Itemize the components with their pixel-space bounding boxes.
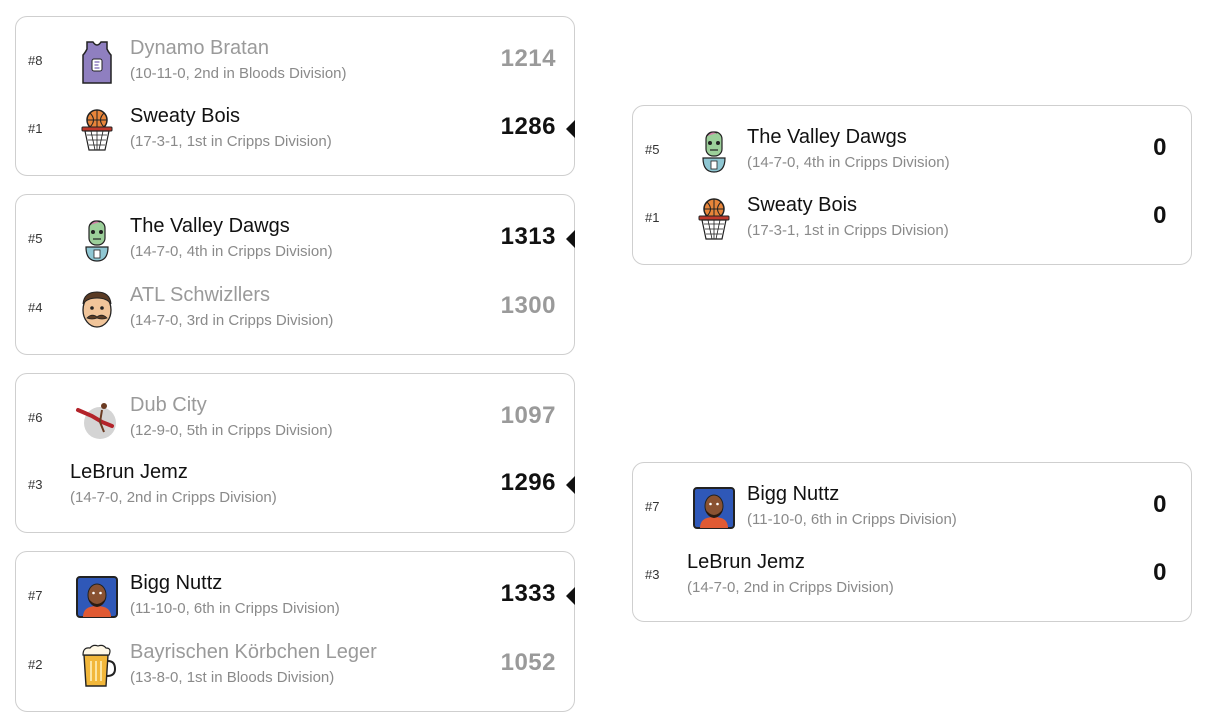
matchup-r1-2[interactable]: #5 The Valley Dawgs (14-7-0, 4th in Crip… xyxy=(15,194,575,355)
player-portrait-icon xyxy=(691,485,737,531)
seed: #2 xyxy=(28,657,43,672)
team-score: 1052 xyxy=(500,649,556,676)
team-score: 0 xyxy=(1153,559,1167,586)
team-score: 1300 xyxy=(500,292,556,319)
seed: #3 xyxy=(28,477,43,492)
team-record: (12-9-0, 5th in Cripps Division) xyxy=(130,422,333,439)
team-row[interactable]: #3 LeBrun Jemz (14-7-0, 2nd in Cripps Di… xyxy=(16,455,575,515)
seed: #8 xyxy=(28,53,43,68)
seed: #5 xyxy=(28,231,43,246)
team-record: (11-10-0, 6th in Cripps Division) xyxy=(747,511,957,528)
matchup-r1-1[interactable]: #8 Dynamo Bratan (10-11-0, 2nd in Bloods… xyxy=(15,16,575,176)
team-name[interactable]: Dub City xyxy=(130,394,207,417)
team-score: 1097 xyxy=(500,402,556,429)
team-row[interactable]: #6 Dub City (12-9-0, 5th in Cripps Divis… xyxy=(16,388,574,448)
team-record: (14-7-0, 4th in Cripps Division) xyxy=(747,154,950,171)
seed: #7 xyxy=(645,499,660,514)
team-score: 0 xyxy=(1153,491,1167,518)
team-record: (14-7-0, 2nd in Cripps Division) xyxy=(687,579,894,596)
winner-arrow-icon xyxy=(566,476,575,494)
team-record: (11-10-0, 6th in Cripps Division) xyxy=(130,600,340,617)
team-score: 1214 xyxy=(500,45,556,72)
team-name[interactable]: The Valley Dawgs xyxy=(130,215,290,238)
mustache-man-icon xyxy=(74,286,120,332)
player-portrait-icon xyxy=(74,574,120,620)
matchup-r2-1[interactable]: #5 The Valley Dawgs (14-7-0, 4th in Crip… xyxy=(632,105,1192,265)
basketball-hoop-icon xyxy=(691,196,737,242)
team-name[interactable]: LeBrun Jemz xyxy=(70,461,188,484)
team-score: 1286 xyxy=(500,113,556,140)
team-record: (17-3-1, 1st in Cripps Division) xyxy=(130,133,332,150)
basketball-hoop-icon xyxy=(74,107,120,153)
team-row[interactable]: #7 Bigg Nuttz (11-10-0, 6th in Cripps Di… xyxy=(16,566,575,626)
zombie-icon xyxy=(691,128,737,174)
team-row[interactable]: #7 Bigg Nuttz (11-10-0, 6th in Cripps Di… xyxy=(633,477,1191,537)
team-row[interactable]: #5 The Valley Dawgs (14-7-0, 4th in Crip… xyxy=(633,120,1191,180)
team-name[interactable]: Dynamo Bratan xyxy=(130,37,269,60)
team-name[interactable]: Bigg Nuttz xyxy=(747,483,839,506)
team-score: 1296 xyxy=(500,469,556,496)
winner-arrow-icon xyxy=(566,230,575,248)
winner-arrow-icon xyxy=(566,120,575,138)
seed: #5 xyxy=(645,142,660,157)
team-record: (14-7-0, 2nd in Cripps Division) xyxy=(70,489,277,506)
dunking-player-icon xyxy=(74,396,120,442)
matchup-r2-2[interactable]: #7 Bigg Nuttz (11-10-0, 6th in Cripps Di… xyxy=(632,462,1192,622)
team-name[interactable]: The Valley Dawgs xyxy=(747,126,907,149)
seed: #4 xyxy=(28,300,43,315)
team-record: (17-3-1, 1st in Cripps Division) xyxy=(747,222,949,239)
zombie-icon xyxy=(74,217,120,263)
team-record: (13-8-0, 1st in Bloods Division) xyxy=(130,669,335,686)
matchup-r1-3[interactable]: #6 Dub City (12-9-0, 5th in Cripps Divis… xyxy=(15,373,575,533)
team-name[interactable]: Bigg Nuttz xyxy=(130,572,222,595)
team-row[interactable]: #1 Sweaty Bois (17-3-1, 1st in Cripps Di… xyxy=(633,188,1191,248)
team-row[interactable]: #2 Bayrischen Körbchen Leger (13-8-0, 1s… xyxy=(16,635,574,695)
team-row[interactable]: #8 Dynamo Bratan (10-11-0, 2nd in Bloods… xyxy=(16,31,574,91)
team-record: (10-11-0, 2nd in Bloods Division) xyxy=(130,65,347,82)
seed: #6 xyxy=(28,410,43,425)
team-record: (14-7-0, 3rd in Cripps Division) xyxy=(130,312,334,329)
team-name[interactable]: ATL Schwizllers xyxy=(130,284,270,307)
team-row[interactable]: #5 The Valley Dawgs (14-7-0, 4th in Crip… xyxy=(16,209,575,269)
team-name[interactable]: Bayrischen Körbchen Leger xyxy=(130,641,377,664)
team-row[interactable]: #1 Sweaty Bois (17-3-1, 1st in Cripps Di… xyxy=(16,99,575,159)
team-score: 1333 xyxy=(500,580,556,607)
team-name[interactable]: LeBrun Jemz xyxy=(687,551,805,574)
team-score: 1313 xyxy=(500,223,556,250)
seed: #3 xyxy=(645,567,660,582)
team-row[interactable]: #4 ATL Schwizllers (14-7-0, 3rd in Cripp… xyxy=(16,278,574,338)
matchup-r1-4[interactable]: #7 Bigg Nuttz (11-10-0, 6th in Cripps Di… xyxy=(15,551,575,712)
team-name[interactable]: Sweaty Bois xyxy=(747,194,857,217)
seed: #1 xyxy=(28,121,43,136)
seed: #1 xyxy=(645,210,660,225)
beer-mug-icon xyxy=(74,643,120,689)
team-name[interactable]: Sweaty Bois xyxy=(130,105,240,128)
team-score: 0 xyxy=(1153,134,1167,161)
winner-arrow-icon xyxy=(566,587,575,605)
seed: #7 xyxy=(28,588,43,603)
team-record: (14-7-0, 4th in Cripps Division) xyxy=(130,243,333,260)
team-row[interactable]: #3 LeBrun Jemz (14-7-0, 2nd in Cripps Di… xyxy=(633,545,1191,605)
team-score: 0 xyxy=(1153,202,1167,229)
purple-jersey-icon xyxy=(74,39,120,85)
